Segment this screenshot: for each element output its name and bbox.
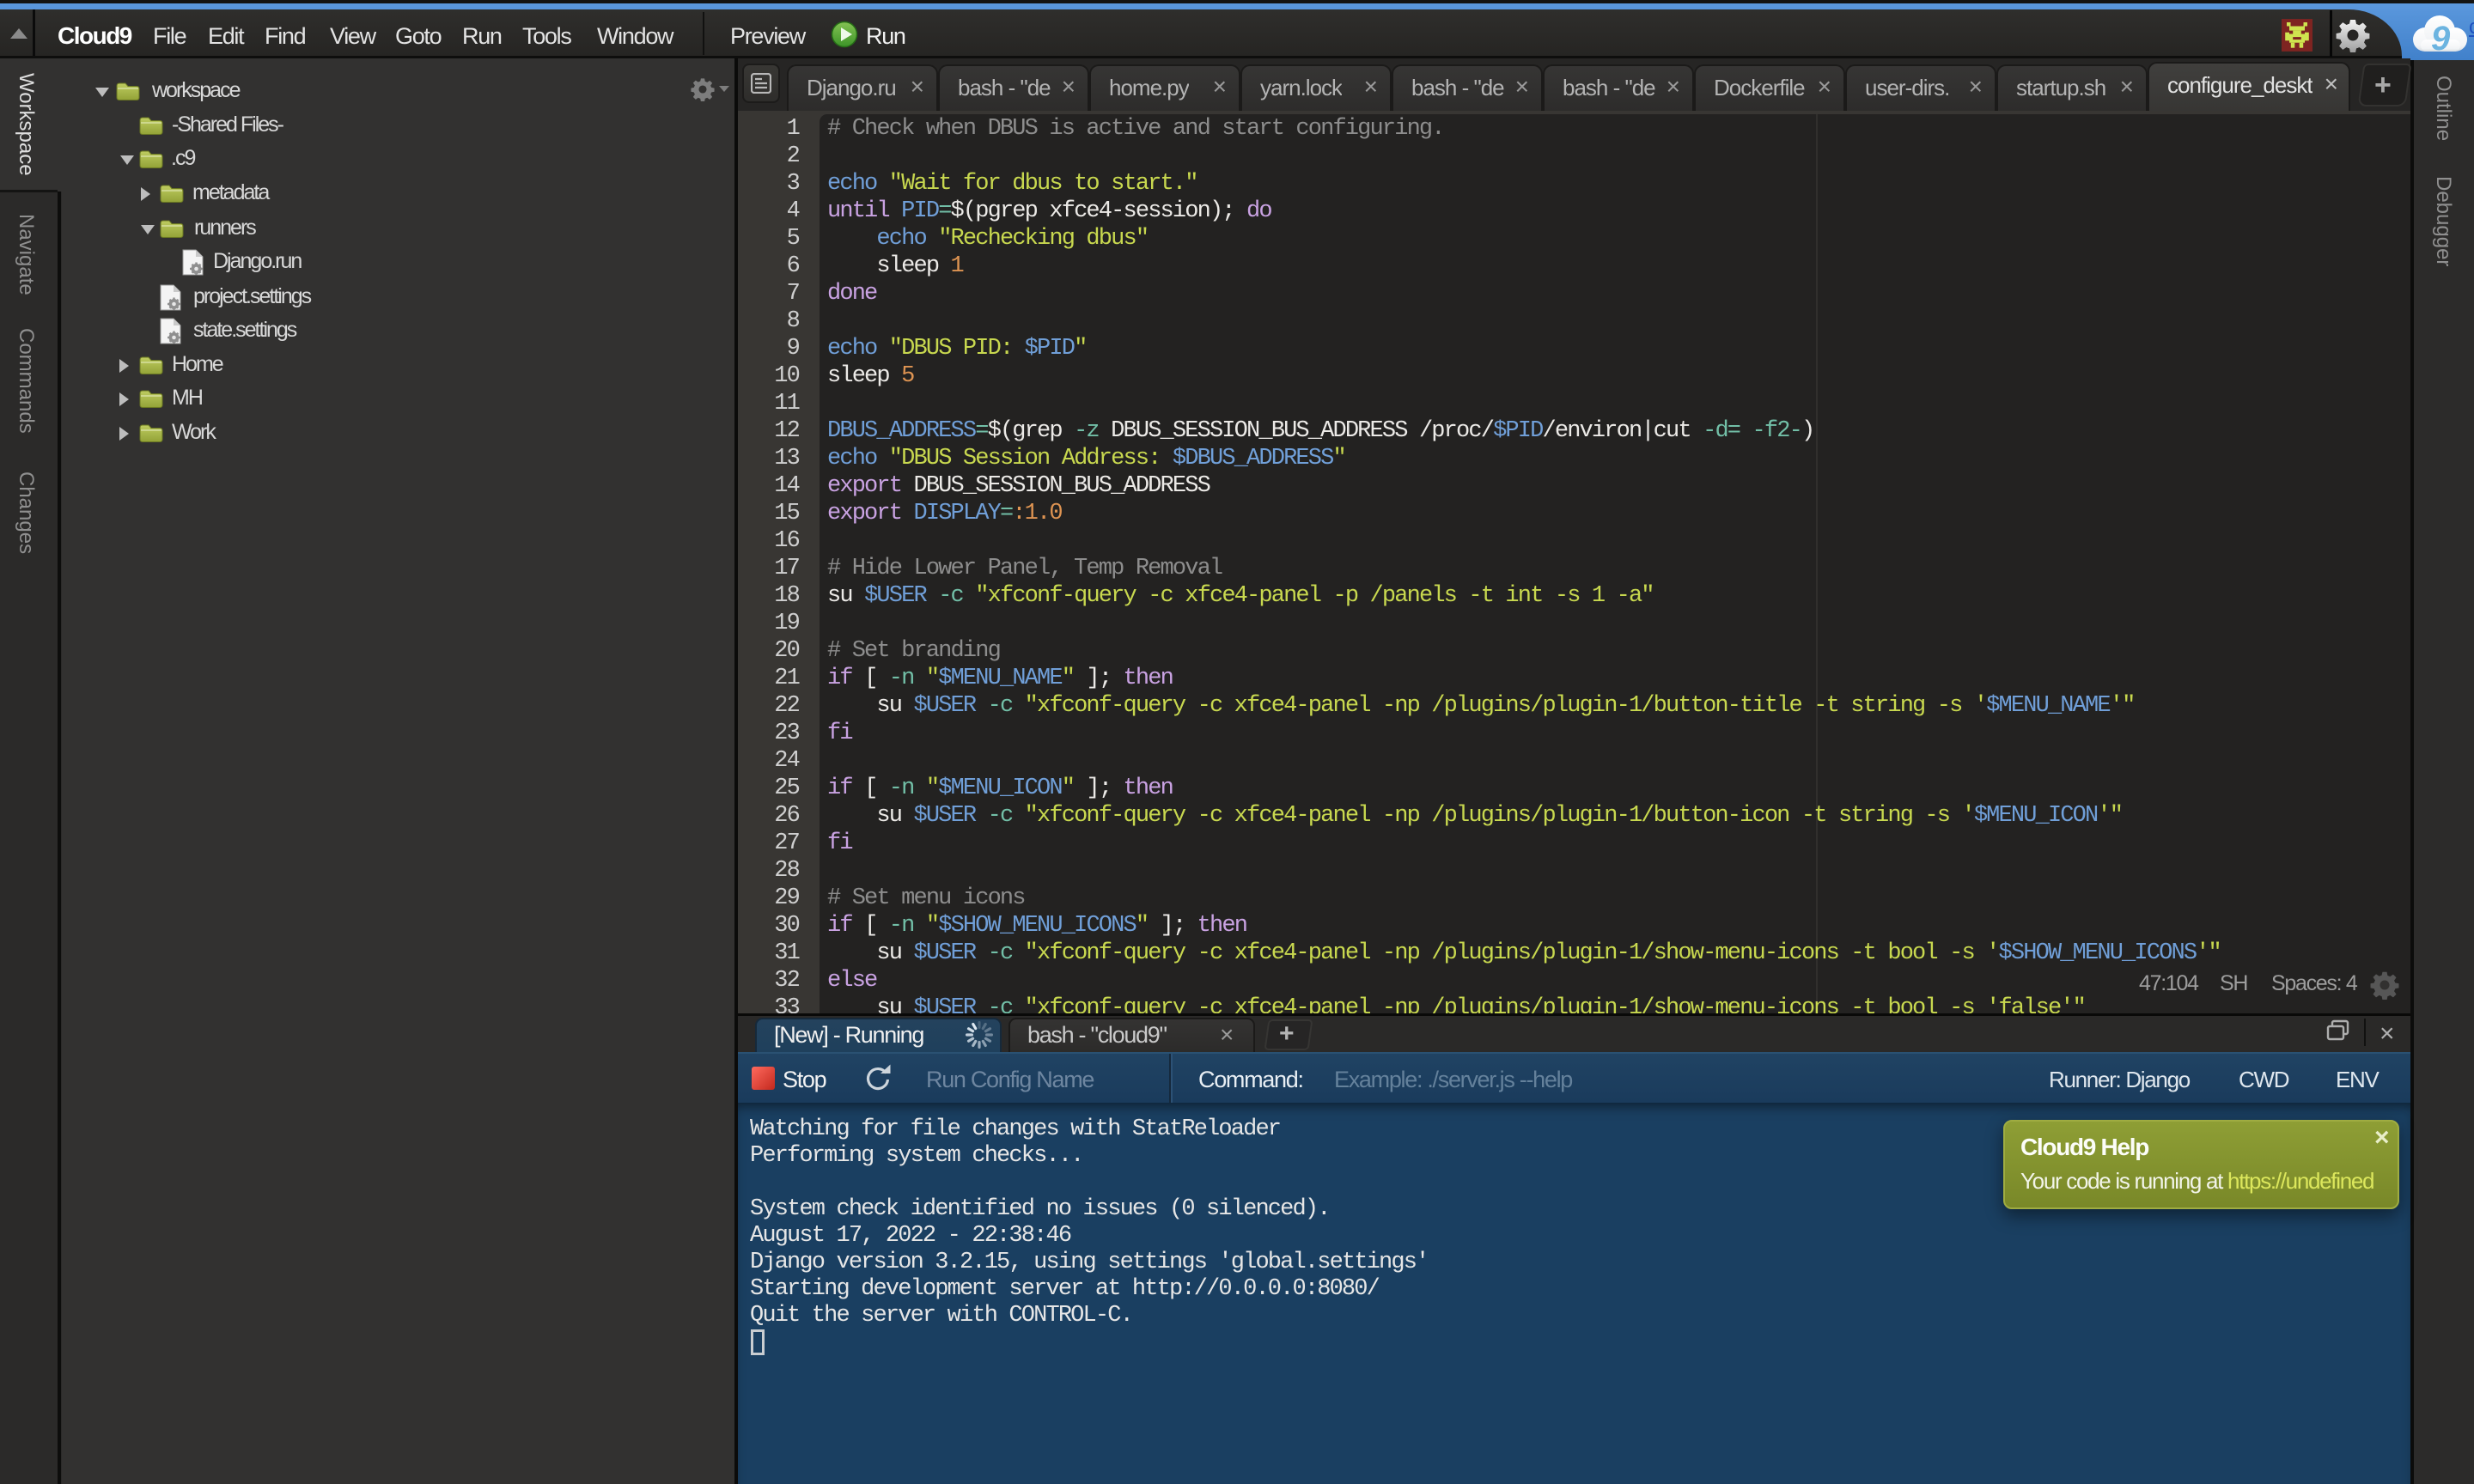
svg-text:9: 9 (2431, 20, 2451, 58)
